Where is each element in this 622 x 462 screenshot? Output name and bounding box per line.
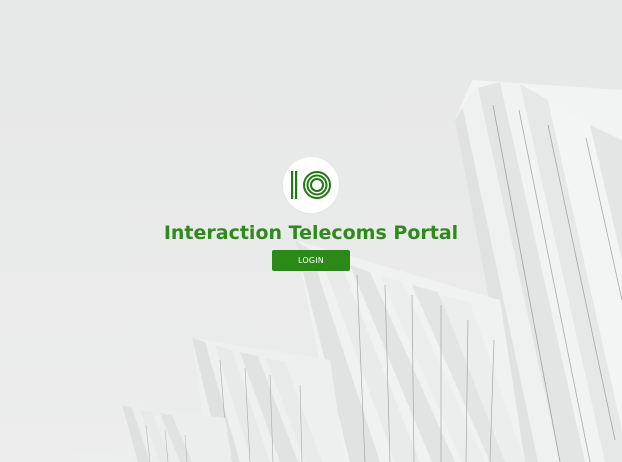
portal-title: Interaction Telecoms Portal xyxy=(163,222,459,244)
login-button[interactable]: LOGIN xyxy=(272,250,350,271)
logo-mark-icon xyxy=(291,171,331,199)
interaction-telecoms-logo-icon xyxy=(283,157,339,213)
login-page: Interaction Telecoms Portal LOGIN xyxy=(0,0,622,462)
login-panel: Interaction Telecoms Portal LOGIN xyxy=(0,157,622,271)
